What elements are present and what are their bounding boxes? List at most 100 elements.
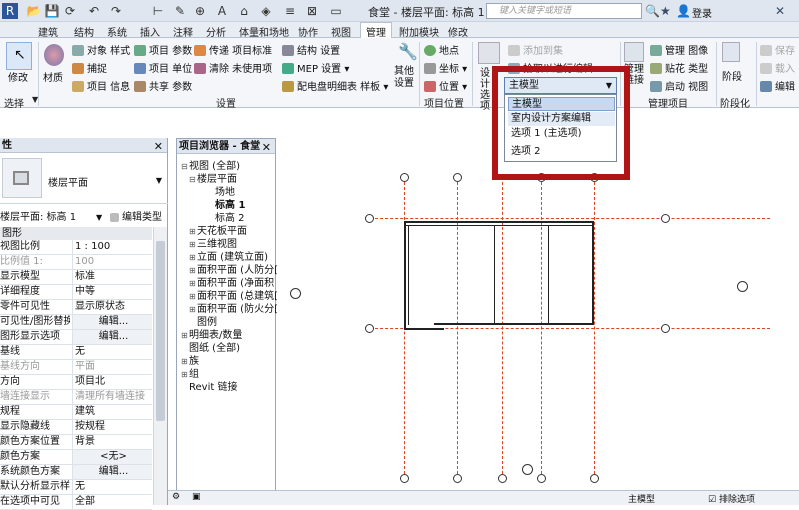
- tab-manage[interactable]: 管理: [360, 22, 392, 39]
- property-value[interactable]: 无: [72, 345, 152, 359]
- type-selector[interactable]: 楼层平面 ▼: [0, 154, 168, 204]
- wall[interactable]: [408, 225, 409, 325]
- property-value[interactable]: 背景: [72, 435, 152, 449]
- property-edit-button[interactable]: <无>: [72, 450, 152, 464]
- property-edit-button[interactable]: 编辑...: [72, 465, 152, 479]
- chevron-down-icon[interactable]: ▼: [156, 176, 162, 185]
- mep-settings-button[interactable]: MEP 设置 ▾: [282, 60, 349, 75]
- design-option-item[interactable]: 室内设计方案编辑: [508, 112, 615, 126]
- tab-view[interactable]: 视图: [331, 24, 351, 39]
- collapse-icon[interactable]: ⊟: [189, 175, 197, 184]
- exchange-icon[interactable]: ✕: [775, 4, 785, 18]
- phases-icon[interactable]: [722, 42, 740, 62]
- manage-images-button[interactable]: 管理 图像: [650, 42, 708, 57]
- elevation-marker[interactable]: [522, 464, 533, 475]
- elevation-marker[interactable]: [737, 281, 748, 292]
- property-value[interactable]: 无: [72, 480, 152, 494]
- wall[interactable]: [404, 221, 406, 329]
- purge-unused-button[interactable]: 清除 未使用项: [194, 60, 272, 75]
- property-value[interactable]: 平面: [72, 360, 152, 374]
- thin-lines-icon[interactable]: ≡: [282, 3, 298, 19]
- coordinates-button[interactable]: 坐标 ▾: [424, 60, 467, 75]
- grid-line[interactable]: [370, 218, 770, 219]
- tab-modify[interactable]: 修改: [448, 24, 468, 39]
- scrollbar[interactable]: [153, 227, 167, 505]
- chevron-down-icon[interactable]: ▼: [606, 78, 612, 93]
- project-units-button[interactable]: 项目 单位: [134, 60, 192, 75]
- tab-structure[interactable]: 结构: [74, 24, 94, 39]
- project-information-button[interactable]: 项目 信息: [72, 78, 130, 93]
- open-icon[interactable]: 📂: [26, 3, 42, 19]
- user-icon[interactable]: 👤: [676, 4, 691, 18]
- design-option-item[interactable]: 选项 1 (主选项): [508, 127, 615, 141]
- redo-icon[interactable]: ↷: [108, 3, 124, 19]
- property-value[interactable]: 100: [72, 255, 152, 269]
- grid-bubble[interactable]: [590, 474, 599, 483]
- text-icon[interactable]: A: [214, 3, 230, 19]
- wall[interactable]: [548, 226, 549, 324]
- revit-logo-icon[interactable]: R: [2, 3, 18, 19]
- worksets-icon[interactable]: ▣: [192, 492, 201, 502]
- tab-addins[interactable]: 附加模块: [399, 24, 439, 39]
- collapse-icon[interactable]: ⊟: [181, 162, 189, 171]
- shared-parameters-button[interactable]: 共享 参数: [134, 78, 192, 93]
- modify-button[interactable]: 修改: [8, 69, 28, 84]
- grid-bubble[interactable]: [365, 214, 374, 223]
- 3d-view-icon[interactable]: ⌂: [236, 3, 252, 19]
- close-icon[interactable]: ✕: [262, 140, 271, 155]
- drawing-canvas[interactable]: [290, 138, 799, 490]
- phases-button[interactable]: 阶段: [722, 68, 742, 83]
- properties-group-header[interactable]: 图形: [0, 227, 152, 240]
- select-panel-label[interactable]: 选择: [4, 95, 24, 110]
- materials-button[interactable]: 材质: [43, 69, 63, 84]
- save-icon[interactable]: 💾: [44, 3, 60, 19]
- grid-bubble[interactable]: [498, 474, 507, 483]
- edit-type-button[interactable]: 编辑类型: [110, 210, 162, 225]
- tab-collaborate[interactable]: 协作: [298, 24, 318, 39]
- property-value[interactable]: 项目北: [72, 375, 152, 389]
- wall[interactable]: [592, 221, 594, 325]
- close-hidden-icon[interactable]: ⊠: [304, 3, 320, 19]
- switch-windows-icon[interactable]: ▭: [328, 3, 344, 19]
- structural-settings-button[interactable]: 结构 设置: [282, 42, 340, 57]
- grid-bubble[interactable]: [661, 324, 670, 333]
- sync-icon[interactable]: ⟳: [62, 3, 78, 19]
- browser-item[interactable]: Revit 链接: [181, 378, 237, 393]
- snaps-button[interactable]: 捕捉: [72, 60, 107, 75]
- property-value[interactable]: 显示原状态: [72, 300, 152, 314]
- tab-architecture[interactable]: 建筑: [38, 24, 58, 39]
- wall[interactable]: [494, 226, 495, 324]
- panel-schedule-templates-button[interactable]: 配电盘明细表 样板 ▾: [282, 78, 388, 93]
- search-icon[interactable]: 🔍: [645, 4, 660, 18]
- dimension-icon[interactable]: ✎: [172, 3, 188, 19]
- property-value[interactable]: 标准: [72, 270, 152, 284]
- property-value[interactable]: 清理所有墙连接: [72, 390, 152, 404]
- design-option-select[interactable]: 主模型 ▼: [504, 77, 617, 94]
- property-edit-button[interactable]: 编辑...: [72, 330, 152, 344]
- design-option-item[interactable]: 主模型: [508, 97, 615, 111]
- wall[interactable]: [404, 221, 594, 223]
- section-icon[interactable]: ◈: [258, 3, 274, 19]
- modify-icon[interactable]: ↖: [6, 42, 32, 70]
- tag-icon[interactable]: ⊕: [192, 3, 208, 19]
- manage-links-icon[interactable]: [624, 42, 644, 62]
- measure-icon[interactable]: ⊢: [150, 3, 166, 19]
- tab-massing-site[interactable]: 体量和场地: [239, 24, 289, 39]
- edit-selection-button[interactable]: 编辑: [760, 78, 795, 93]
- design-options-icon[interactable]: [478, 42, 500, 64]
- transfer-standards-button[interactable]: 传递 项目标准: [194, 42, 272, 57]
- property-edit-button[interactable]: 编辑...: [72, 315, 152, 329]
- tools-icon[interactable]: ⚙: [172, 492, 180, 502]
- elevation-marker[interactable]: [290, 288, 301, 299]
- design-option-item[interactable]: 选项 2: [508, 145, 615, 159]
- chevron-down-icon[interactable]: ▼: [96, 210, 102, 225]
- search-input[interactable]: 键入关键字或短语: [486, 3, 642, 19]
- property-value[interactable]: 建筑: [72, 405, 152, 419]
- exclude-options-checkbox[interactable]: ☑ 排除选项: [708, 492, 755, 505]
- property-value[interactable]: 按规程: [72, 420, 152, 434]
- scrollbar-thumb[interactable]: [156, 241, 165, 421]
- close-icon[interactable]: ✕: [154, 139, 163, 154]
- grid-bubble[interactable]: [537, 474, 546, 483]
- property-value[interactable]: 中等: [72, 285, 152, 299]
- location-button[interactable]: 地点: [424, 42, 459, 57]
